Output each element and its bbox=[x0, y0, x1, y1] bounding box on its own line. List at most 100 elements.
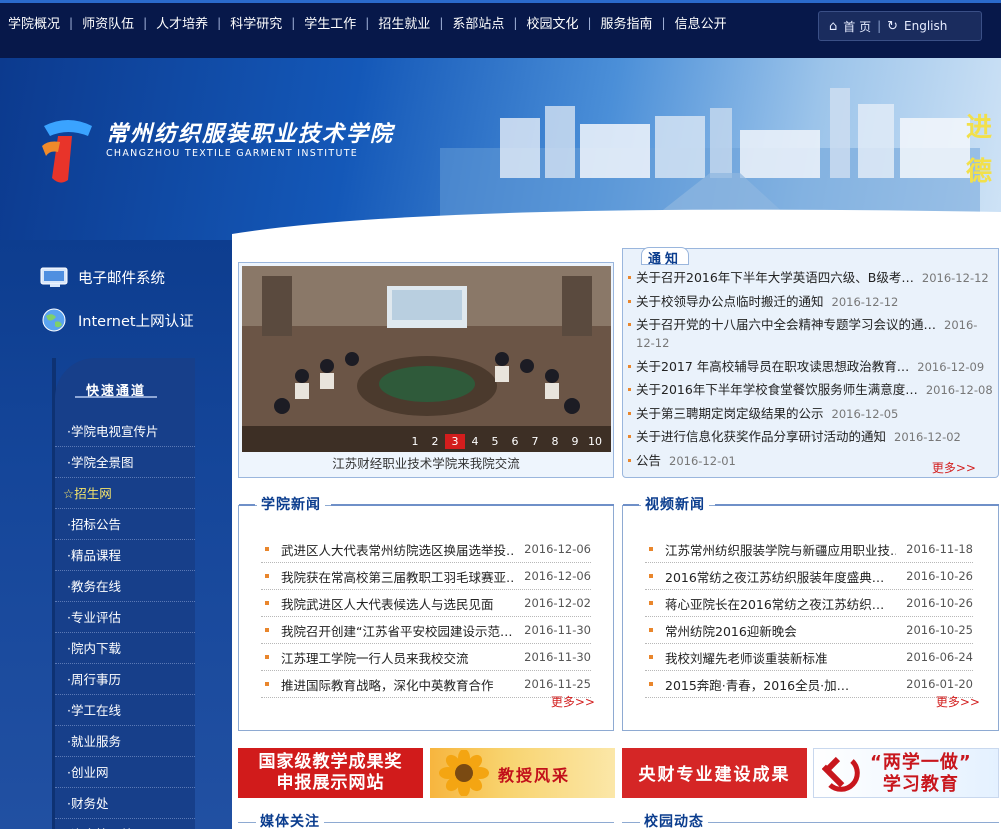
teaching-award-banner[interactable]: 国家级教学成果奖 申报展示网站 bbox=[238, 748, 423, 798]
nav-item[interactable]: 招生就业 bbox=[378, 13, 430, 32]
video-news-title: 2015奔跑·青春，2016全员·加… bbox=[665, 677, 850, 693]
college-news-row[interactable]: 我院获在常高校第三届教职工羽毛球赛亚… 2016-12-06 bbox=[261, 563, 591, 590]
video-news-list: 江苏常州纺织服装学院与新疆应用职业技… 2016-11-18 2016常纺之夜江苏纺… bbox=[645, 536, 973, 698]
home-link[interactable]: 首 页 bbox=[843, 18, 871, 35]
notice-item-date: 2016-12-12 bbox=[921, 271, 989, 285]
media-attention-title[interactable]: 媒体关注 bbox=[256, 811, 324, 829]
nav-right-links: ⌂ 首 页 | ↻ English bbox=[818, 11, 982, 41]
professor-showcase-banner[interactable]: 教授风采 bbox=[430, 748, 615, 798]
notice-item-title: 关于2017 年高校辅导员在职攻读思想政治教育… bbox=[636, 358, 910, 374]
notice-item[interactable]: 关于校领导办公点临时搬迁的通知 2016-12-12 bbox=[628, 293, 993, 311]
college-news-list: 武进区人大代表常州纺院选区换届选举投… 2016-12-06 我院获在常高校第三届教… bbox=[261, 536, 591, 698]
video-news-date: 2016-10-26 bbox=[906, 596, 973, 610]
quick-access-item[interactable]: ·学工在线 bbox=[55, 695, 195, 726]
nav-item[interactable]: 人才培养 bbox=[156, 13, 208, 32]
notice-item-date: 2016-12-09 bbox=[917, 359, 985, 374]
email-system-label: 电子邮件系统 bbox=[78, 270, 165, 287]
notice-item-date: 2016-12-01 bbox=[669, 453, 736, 468]
video-news-row[interactable]: 江苏常州纺织服装学院与新疆应用职业技… 2016-11-18 bbox=[645, 536, 973, 563]
two-studies-text: “两学一做” 学习教育 bbox=[870, 752, 972, 796]
notice-item[interactable]: 关于2017 年高校辅导员在职攻读思想政治教育… 2016-12-09 bbox=[628, 358, 993, 376]
nav-divider: | bbox=[365, 15, 370, 30]
college-news-row[interactable]: 我院召开创建“江苏省平安校园建设示范… 2016-11-30 bbox=[261, 617, 591, 644]
internet-auth-label: Internet上网认证 bbox=[78, 313, 194, 330]
nav-item[interactable]: 师资队伍 bbox=[82, 13, 134, 32]
nav-item[interactable]: 学生工作 bbox=[304, 13, 356, 32]
video-news-row[interactable]: 蒋心亚院长在2016常纺之夜江苏纺织… 2016-10-26 bbox=[645, 590, 973, 617]
central-finance-banner[interactable]: 央财专业建设成果 bbox=[622, 748, 807, 798]
nav-item[interactable]: 信息公开 bbox=[675, 13, 727, 32]
bullet-icon bbox=[649, 655, 653, 659]
college-news-row[interactable]: 武进区人大代表常州纺院选区换届选举投… 2016-12-06 bbox=[261, 536, 591, 563]
two-studies-banner[interactable]: “两学一做” 学习教育 bbox=[813, 748, 999, 798]
nav-item[interactable]: 系部站点 bbox=[452, 13, 504, 32]
bullet-icon bbox=[265, 628, 269, 632]
english-link[interactable]: English bbox=[904, 19, 947, 33]
video-news-row[interactable]: 常州纺院2016迎新晚会 2016-10-25 bbox=[645, 617, 973, 644]
nav-item[interactable]: 科学研究 bbox=[230, 13, 282, 32]
slideshow-page-button[interactable]: 9 bbox=[565, 434, 585, 449]
college-news-date: 2016-11-25 bbox=[524, 677, 591, 691]
home-icon: ⌂ bbox=[829, 18, 838, 34]
campus-news-title[interactable]: 校园动态 bbox=[640, 811, 708, 829]
nav-item[interactable]: 服务指南 bbox=[601, 13, 653, 32]
quick-access-item[interactable]: ·教务在线 bbox=[55, 571, 195, 602]
quick-access-item[interactable]: ·招标公告 bbox=[55, 509, 195, 540]
bullet-icon bbox=[649, 574, 653, 578]
quick-access-item[interactable]: ·资产管理处 bbox=[55, 819, 195, 829]
college-news-row[interactable]: 江苏理工学院一行人员来我校交流 2016-11-30 bbox=[261, 644, 591, 671]
college-news-row[interactable]: 我院武进区人大代表候选人与选民见面 2016-12-02 bbox=[261, 590, 591, 617]
nav-divider: | bbox=[661, 15, 666, 30]
slideshow-page-button[interactable]: 5 bbox=[485, 434, 505, 449]
nav-item[interactable]: 学院概况 bbox=[8, 13, 60, 32]
notice-item[interactable]: 关于2016年下半年学校食堂餐饮服务师生满意度… 2016-12-08 bbox=[628, 381, 993, 399]
slideshow-page-button[interactable]: 6 bbox=[505, 434, 525, 449]
slideshow-page-button[interactable]: 4 bbox=[465, 434, 485, 449]
header-banner: 常州纺织服装职业技术学院 CHANGZHOU TEXTILE GARMENT I… bbox=[0, 58, 1001, 240]
slideshow-page-button[interactable]: 7 bbox=[525, 434, 545, 449]
video-news-row[interactable]: 2015奔跑·青春，2016全员·加… 2016-01-20 bbox=[645, 671, 973, 698]
college-news-title: 我院获在常高校第三届教职工羽毛球赛亚… bbox=[281, 569, 515, 585]
school-name-logo[interactable]: 常州纺织服装职业技术学院 bbox=[106, 116, 394, 148]
quick-access-item[interactable]: ·财务处 bbox=[55, 788, 195, 819]
notice-item-title: 关于第三聘期定岗定级结果的公示 bbox=[636, 405, 824, 421]
internet-auth-link[interactable]: Internet上网认证 bbox=[40, 308, 194, 332]
quick-access-item[interactable]: ·创业网 bbox=[55, 757, 195, 788]
video-news-row[interactable]: 2016常纺之夜江苏纺织服装年度盛典… 2016-10-26 bbox=[645, 563, 973, 590]
quick-access-item[interactable]: ·周行事历 bbox=[55, 664, 195, 695]
notice-more-link[interactable]: 更多>> bbox=[932, 459, 976, 476]
video-news-more-link[interactable]: 更多>> bbox=[936, 693, 980, 710]
notice-panel: 通知 关于召开2016年下半年大学英语四六级、B级考… 2016-12-12 关于校… bbox=[622, 247, 999, 478]
email-system-link[interactable]: 电子邮件系统 bbox=[40, 265, 165, 289]
video-news-row[interactable]: 我校刘耀先老师谈重装新标准 2016-06-24 bbox=[645, 644, 973, 671]
quick-access-item[interactable]: ·专业评估 bbox=[55, 602, 195, 633]
bullet-icon bbox=[649, 601, 653, 605]
school-logo-icon bbox=[42, 120, 92, 183]
bullet-icon bbox=[265, 655, 269, 659]
quick-access-item[interactable]: ·就业服务 bbox=[55, 726, 195, 757]
slideshow-page-button[interactable]: 2 bbox=[425, 434, 445, 449]
quick-access-item[interactable]: ·学院全景图 bbox=[55, 447, 195, 478]
quick-access-item[interactable]: ☆招生网 bbox=[55, 478, 195, 509]
nav-item[interactable]: 校园文化 bbox=[526, 13, 578, 32]
slideshow-page-button[interactable]: 10 bbox=[585, 434, 605, 449]
slideshow-page-button[interactable]: 1 bbox=[405, 434, 425, 449]
notice-item[interactable]: 关于进行信息化获奖作品分享研讨活动的通知 2016-12-02 bbox=[628, 428, 993, 446]
college-news-more-link[interactable]: 更多>> bbox=[551, 693, 595, 710]
video-news-title: 蒋心亚院长在2016常纺之夜江苏纺织… bbox=[665, 596, 885, 612]
college-news-row[interactable]: 推进国际教育战略，深化中英教育合作 2016-11-25 bbox=[261, 671, 591, 698]
notice-item[interactable]: 关于召开2016年下半年大学英语四六级、B级考… 2016-12-12 bbox=[628, 269, 993, 287]
college-news-date: 2016-12-06 bbox=[524, 569, 591, 583]
panel-cap-left bbox=[623, 504, 639, 506]
notice-item[interactable]: 关于第三聘期定岗定级结果的公示 2016-12-05 bbox=[628, 405, 993, 423]
slideshow-page-button[interactable]: 3 bbox=[445, 434, 465, 449]
quick-access-item[interactable]: ·院内下载 bbox=[55, 633, 195, 664]
notice-item-title: 关于召开党的十八届六中全会精神专题学习会议的通… bbox=[636, 317, 937, 332]
quick-access-item[interactable]: ·精品课程 bbox=[55, 540, 195, 571]
slideshow-photo[interactable] bbox=[242, 266, 611, 452]
slideshow-page-button[interactable]: 8 bbox=[545, 434, 565, 449]
slideshow-caption[interactable]: 江苏财经职业技术学院来我院交流 bbox=[239, 452, 613, 476]
quick-access-item[interactable]: ·学院电视宣传片 bbox=[55, 416, 195, 447]
college-news-title: 学院新闻 bbox=[257, 494, 325, 514]
notice-item[interactable]: 关于召开党的十八届六中全会精神专题学习会议的通… 2016-12-12 bbox=[628, 316, 993, 352]
